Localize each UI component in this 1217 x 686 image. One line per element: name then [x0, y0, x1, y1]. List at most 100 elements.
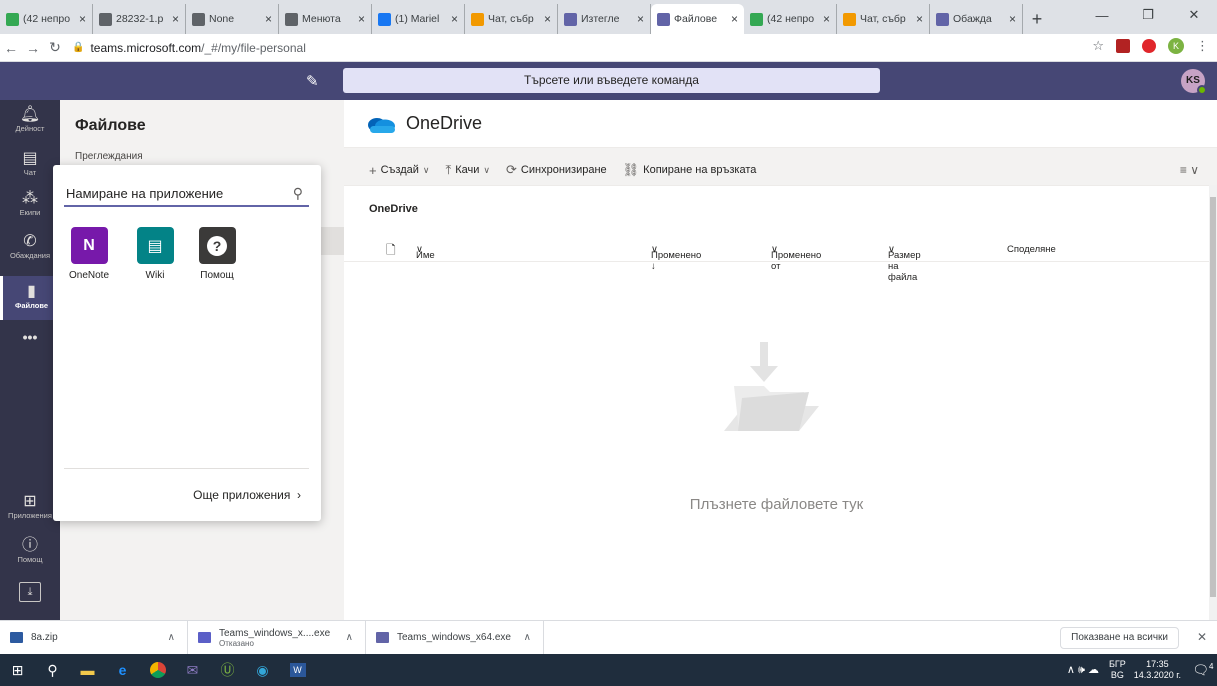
clock[interactable]: 17:35 14.3.2020 г. — [1134, 659, 1181, 681]
download-item[interactable]: Teams_windows_x....exe Отказано ∧ — [188, 620, 366, 655]
copy-link-button[interactable]: ⛓ Копиране на връзката — [623, 162, 757, 178]
profile-avatar[interactable]: K — [1168, 38, 1184, 54]
tab-close-icon[interactable]: × — [823, 12, 830, 26]
browser-tab[interactable]: Чат, събр × — [465, 4, 558, 34]
pdf-extension-icon[interactable] — [1116, 39, 1130, 53]
rail-item-apps[interactable]: ⊞ Приложения — [0, 493, 60, 529]
new-tab-button[interactable]: + — [1023, 4, 1051, 34]
column-size[interactable]: Размер на файла ∨ — [888, 244, 921, 283]
adblock-icon[interactable] — [1142, 39, 1156, 53]
download-item[interactable]: Teams_windows_x64.exe ∧ — [366, 620, 544, 655]
browser-tab[interactable]: 28232-1.p × — [93, 4, 186, 34]
chrome-icon[interactable] — [140, 654, 175, 686]
search-icon[interactable]: ⚲ — [35, 654, 70, 686]
chevron-up-icon[interactable]: ∧ — [168, 632, 175, 643]
close-window-icon[interactable]: ✕ — [1171, 0, 1217, 30]
minimize-icon[interactable]: — — [1079, 0, 1125, 30]
rail-label: Файлове — [14, 301, 49, 310]
tab-close-icon[interactable]: × — [731, 12, 738, 26]
app-help[interactable]: ? Помощ — [195, 227, 239, 281]
rail-item-activity[interactable]: 🔔︎ Дейност — [0, 106, 60, 144]
browser-menu-icon[interactable]: ⋮ — [1196, 38, 1209, 54]
utorrent-icon[interactable]: Ⓤ — [210, 654, 245, 686]
download-name: 8a.zip — [31, 632, 58, 643]
download-item[interactable]: 8a.zip ∧ — [0, 620, 188, 655]
view-options-icon[interactable]: ≡ ∨ — [1180, 163, 1199, 177]
create-button[interactable]: + Създай ∨ — [369, 163, 430, 178]
column-sharing[interactable]: Споделяне — [1007, 244, 1056, 255]
windows-start-icon[interactable]: ⊞ — [0, 654, 35, 686]
compose-icon[interactable]: ✎ — [306, 72, 319, 90]
tray-icons[interactable]: ∧ 🕪︎ ☁ — [1067, 663, 1099, 677]
maximize-icon[interactable]: ❐ — [1125, 0, 1171, 30]
tab-close-icon[interactable]: × — [265, 12, 272, 26]
browser-tab[interactable]: Обажда × — [930, 4, 1023, 34]
browser-tab[interactable]: Файлове × — [651, 4, 744, 34]
browser-tab[interactable]: (42 непро × — [0, 4, 93, 34]
scrollbar[interactable] — [1209, 185, 1217, 620]
chevron-up-icon[interactable]: ∧ — [524, 632, 531, 643]
tab-close-icon[interactable]: × — [451, 12, 458, 26]
rail-item-download-app[interactable]: ⤓ — [0, 582, 60, 610]
command-search-input[interactable]: Търсете или въведете команда — [343, 68, 880, 93]
url-field[interactable]: 🔒 teams.microsoft.com/_#/my/file-persona… — [72, 41, 306, 55]
app-search-input[interactable]: Намиране на приложение ⚲ — [64, 181, 309, 207]
browser-tab[interactable]: Чат, събр × — [837, 4, 930, 34]
tab-favicon-icon — [192, 12, 205, 26]
rail-item-help[interactable]: ⓘ Помощ — [0, 537, 60, 573]
download-name: Teams_windows_x64.exe — [397, 632, 511, 643]
tab-favicon-icon — [936, 12, 949, 26]
more-apps-link[interactable]: Още приложения › — [193, 488, 301, 502]
tab-close-icon[interactable]: × — [172, 12, 179, 26]
forward-icon[interactable]: → — [22, 40, 44, 56]
tab-close-icon[interactable]: × — [79, 12, 86, 26]
language-indicator[interactable]: БГР BG — [1109, 659, 1126, 681]
downloads-bar: 8a.zip ∧ Teams_windows_x....exe Отказано … — [0, 620, 1217, 655]
column-name[interactable]: Име ∨ — [416, 244, 435, 261]
column-modified[interactable]: Променено ↓ ∨ — [651, 244, 701, 272]
tab-close-icon[interactable]: × — [1009, 12, 1016, 26]
close-downloads-icon[interactable]: ✕ — [1197, 630, 1207, 644]
app-wiki[interactable]: ▤ Wiki — [133, 227, 177, 281]
column-modified-by[interactable]: Променено от ∨ — [771, 244, 821, 272]
app-label: OneNote — [68, 270, 110, 281]
tab-label: Чат, събр — [860, 13, 906, 25]
file-explorer-icon[interactable]: ▬ — [70, 654, 105, 686]
outlook-icon[interactable]: ✉ — [175, 654, 210, 686]
app-onenote[interactable]: N OneNote — [67, 227, 111, 281]
user-avatar[interactable]: KS — [1181, 69, 1207, 95]
bookmark-star-icon[interactable]: ☆ — [1092, 38, 1104, 54]
edge-icon[interactable]: ◉ — [245, 654, 280, 686]
rail-item-more[interactable]: ••• — [0, 328, 60, 358]
browser-tab[interactable]: (1) Mariel × — [372, 4, 465, 34]
files-panel-subtitle[interactable]: Преглеждания — [75, 151, 143, 162]
file-type-icon[interactable]: 🗋︎ — [386, 241, 396, 262]
tab-close-icon[interactable]: × — [916, 12, 923, 26]
rail-item-calls[interactable]: ✆ Обаждания — [0, 233, 60, 269]
breadcrumb[interactable]: OneDrive — [369, 203, 418, 215]
scrollbar-thumb[interactable] — [1210, 197, 1216, 597]
word-icon[interactable]: W — [280, 654, 315, 686]
rail-item-teams[interactable]: ⁂ Екипи — [0, 190, 60, 226]
link-icon: ⛓ — [622, 162, 640, 177]
browser-tab[interactable]: Изтегле × — [558, 4, 651, 34]
rail-item-chat[interactable]: ▤ Чат — [0, 150, 60, 186]
notifications-icon[interactable]: 🗨︎4 — [1189, 662, 1217, 678]
browser-tab[interactable]: None × — [186, 4, 279, 34]
copy-link-label: Копиране на връзката — [643, 164, 757, 176]
browser-tab[interactable]: (42 непро × — [744, 4, 837, 34]
tab-close-icon[interactable]: × — [358, 12, 365, 26]
file-icon: ▮ — [27, 283, 36, 300]
search-icon[interactable]: ⚲ — [293, 185, 303, 202]
tab-close-icon[interactable]: × — [544, 12, 551, 26]
chevron-up-icon[interactable]: ∧ — [346, 632, 353, 643]
sync-button[interactable]: ⟳ Синхронизиране — [506, 162, 607, 178]
browser-tab[interactable]: Менюта × — [279, 4, 372, 34]
tab-close-icon[interactable]: × — [637, 12, 644, 26]
back-icon[interactable]: ← — [0, 40, 22, 56]
edge-legacy-icon[interactable]: e — [105, 654, 140, 686]
upload-button[interactable]: ⤒ Качи ∨ — [446, 162, 491, 178]
reload-icon[interactable]: ↻ — [44, 39, 66, 56]
rail-item-files[interactable]: ▮ Файлове — [0, 276, 60, 320]
show-all-downloads-button[interactable]: Показване на всички — [1060, 627, 1179, 649]
